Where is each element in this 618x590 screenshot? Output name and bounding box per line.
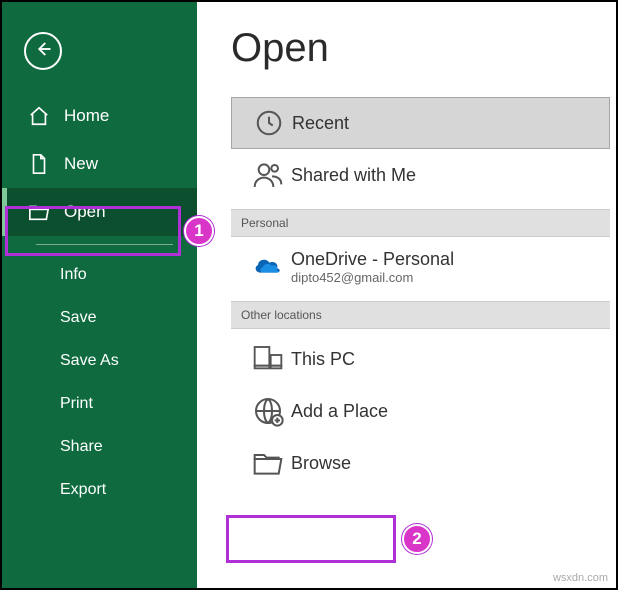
sidebar-item-home[interactable]: Home: [2, 92, 197, 140]
watermark: wsxdn.com: [553, 572, 608, 584]
location-sublabel: dipto452@gmail.com: [291, 270, 454, 285]
sidebar-item-label: Home: [64, 106, 109, 126]
people-icon: [245, 159, 291, 191]
back-arrow-icon: [34, 40, 52, 63]
sidebar-item-label: Export: [60, 481, 106, 499]
location-label: Add a Place: [291, 401, 388, 422]
sidebar-item-label: Print: [60, 395, 93, 413]
page-title: Open: [231, 26, 616, 71]
onedrive-icon: [245, 255, 291, 279]
add-place-icon: [245, 395, 291, 427]
sidebar-divider: [36, 244, 173, 245]
location-add-place[interactable]: Add a Place: [231, 385, 610, 437]
location-shared[interactable]: Shared with Me: [231, 149, 610, 201]
callout-number-1: 1: [184, 216, 214, 246]
location-label: Browse: [291, 453, 351, 474]
sidebar-item-print[interactable]: Print: [2, 382, 197, 425]
sidebar-item-save-as[interactable]: Save As: [2, 339, 197, 382]
clock-icon: [246, 108, 292, 138]
sidebar-item-save[interactable]: Save: [2, 296, 197, 339]
sidebar-item-export[interactable]: Export: [2, 468, 197, 511]
home-icon: [28, 105, 50, 127]
sidebar-item-label: Info: [60, 266, 87, 284]
callout-number-2: 2: [402, 524, 432, 554]
sidebar-item-label: Save As: [60, 352, 119, 370]
sidebar-item-open[interactable]: Open: [2, 188, 197, 236]
this-pc-icon: [245, 343, 291, 375]
sidebar: Home New Open Info Save S: [2, 2, 197, 588]
sidebar-item-label: Open: [64, 202, 106, 222]
sidebar-item-label: New: [64, 154, 98, 174]
sidebar-item-label: Share: [60, 438, 103, 456]
backstage-window: Home New Open Info Save S: [0, 0, 618, 590]
open-folder-icon: [28, 201, 50, 223]
sidebar-item-share[interactable]: Share: [2, 425, 197, 468]
location-this-pc[interactable]: This PC: [231, 333, 610, 385]
location-label: This PC: [291, 349, 355, 370]
new-document-icon: [28, 153, 50, 175]
location-browse[interactable]: Browse: [231, 437, 610, 489]
sidebar-item-info[interactable]: Info: [2, 253, 197, 296]
sidebar-item-new[interactable]: New: [2, 140, 197, 188]
browse-folder-icon: [245, 447, 291, 479]
location-label: Recent: [292, 113, 349, 134]
section-header-personal: Personal: [231, 209, 610, 237]
section-header-other: Other locations: [231, 301, 610, 329]
location-label: Shared with Me: [291, 165, 416, 186]
location-onedrive[interactable]: OneDrive - Personal dipto452@gmail.com: [231, 241, 610, 293]
location-recent[interactable]: Recent: [231, 97, 610, 149]
sidebar-item-label: Save: [60, 309, 96, 327]
main-panel: Open Recent Shared with Me Perso: [197, 2, 616, 588]
back-button[interactable]: [24, 32, 62, 70]
location-label: OneDrive - Personal: [291, 249, 454, 270]
